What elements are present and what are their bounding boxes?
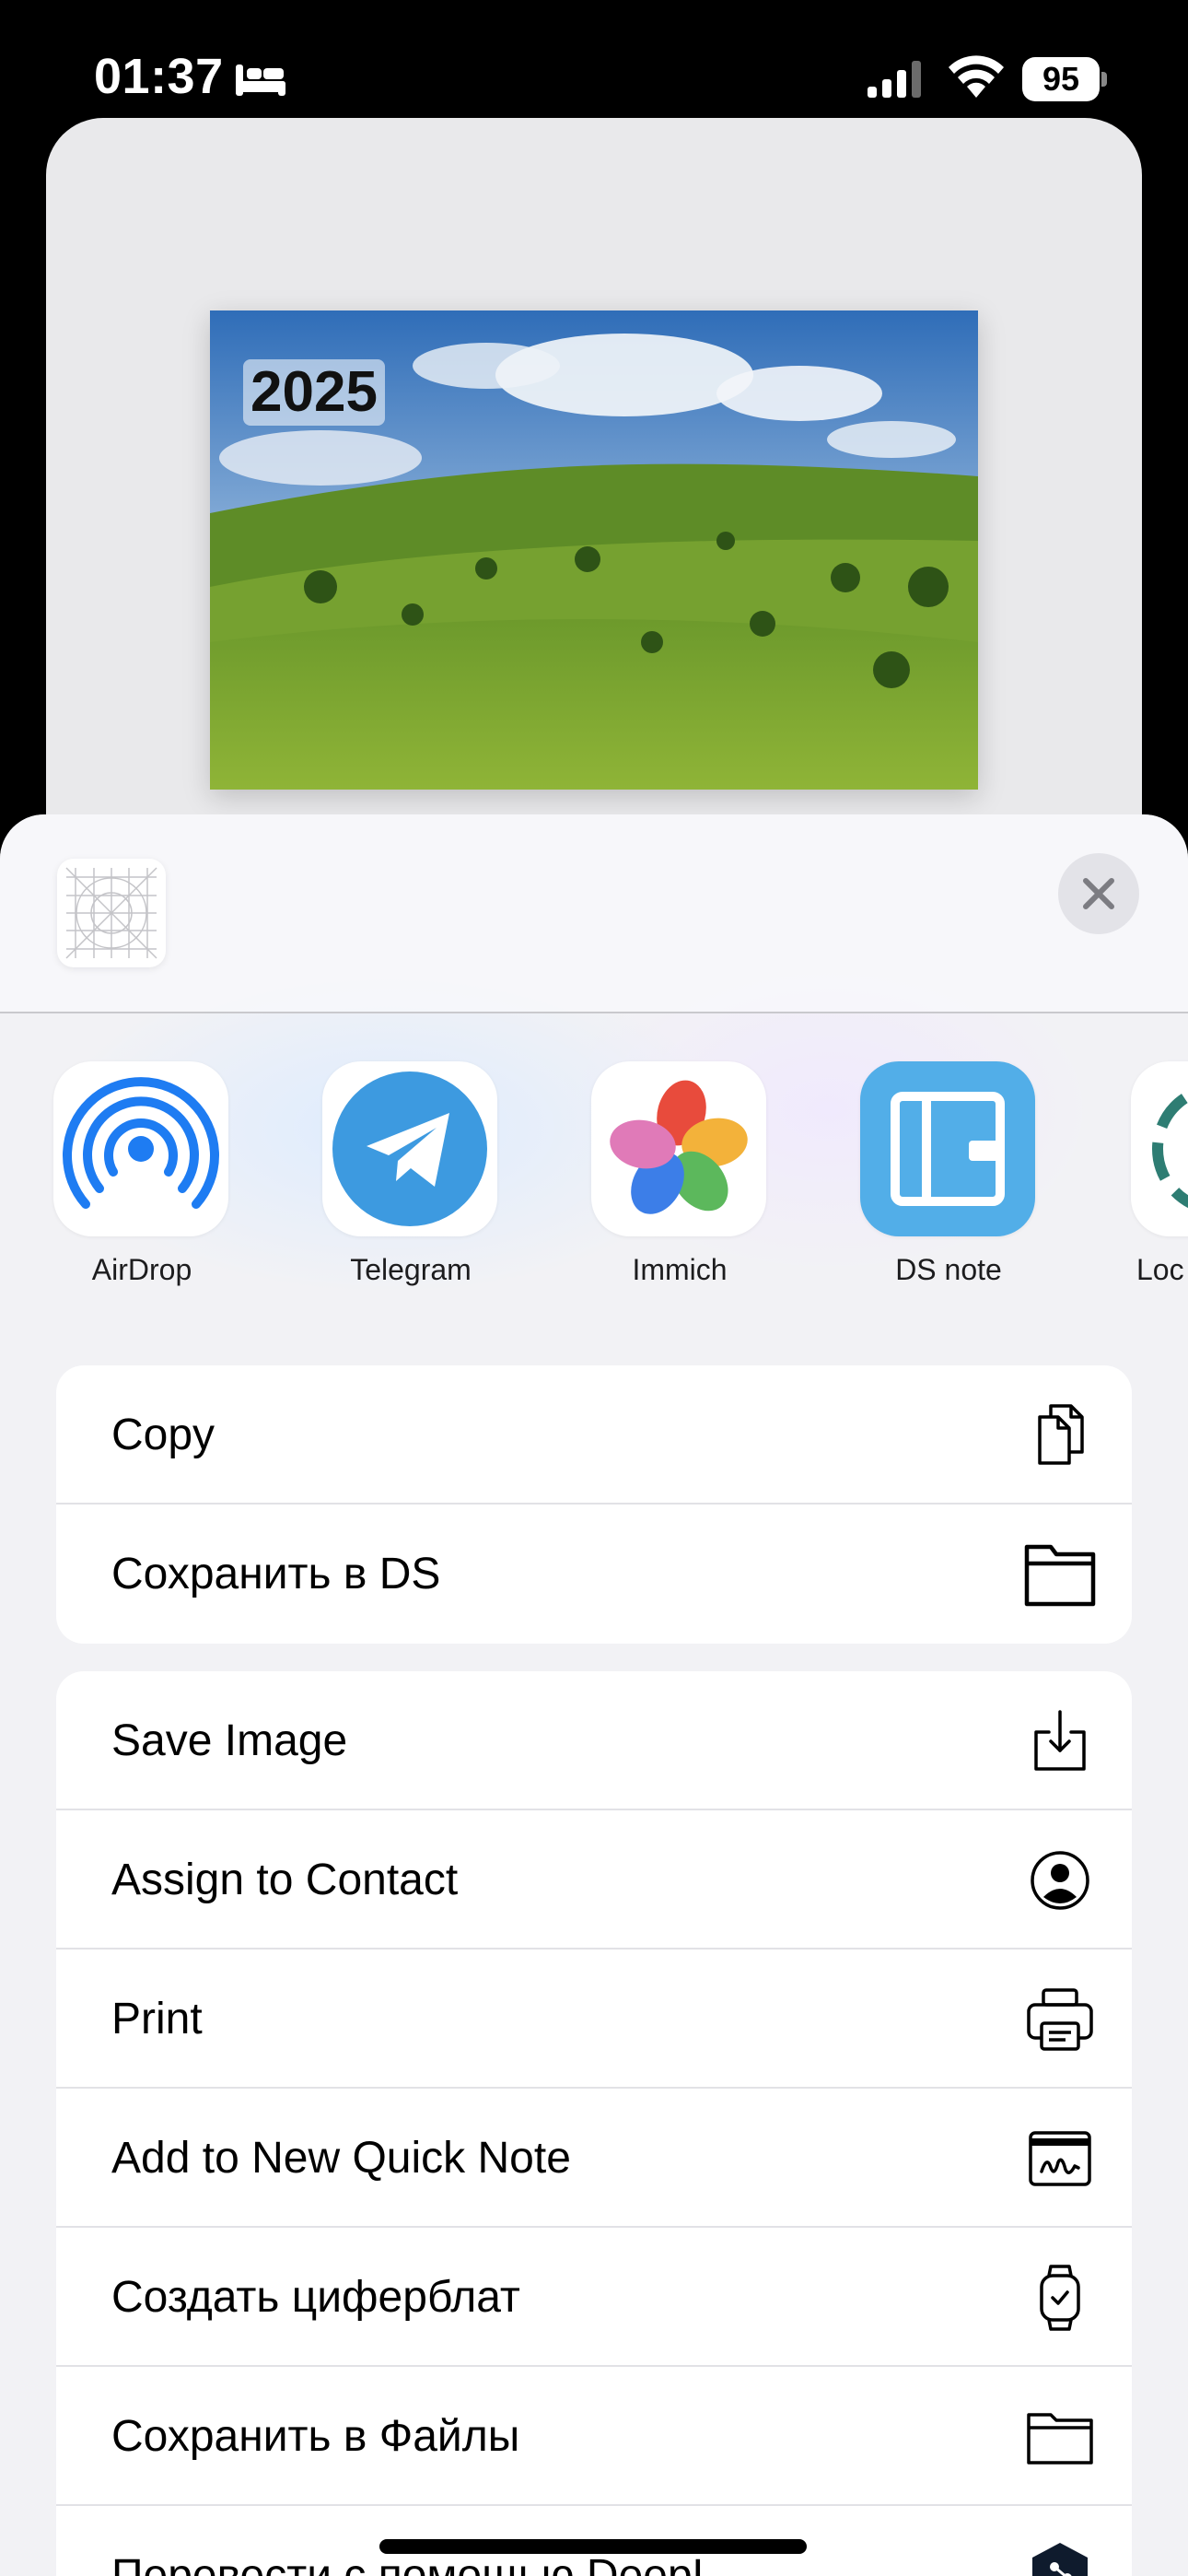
- action-group-2: Save Image Assign to Contact Print Add t…: [56, 1671, 1132, 2576]
- deepl-icon: [1023, 2539, 1097, 2576]
- wifi-icon: [949, 55, 1004, 100]
- save-image-icon: [1023, 1704, 1097, 1778]
- airdrop-icon: [53, 1061, 228, 1236]
- action-save-to-files[interactable]: Сохранить в Файлы: [56, 2367, 1132, 2506]
- action-create-watch-face[interactable]: Создать циферблат: [56, 2228, 1132, 2367]
- action-save-to-ds[interactable]: Сохранить в DS: [56, 1505, 1132, 1644]
- app-immich[interactable]: Immich: [588, 1061, 772, 1301]
- action-label: Copy: [111, 1411, 215, 1459]
- action-add-to-quick-note[interactable]: Add to New Quick Note: [56, 2089, 1132, 2228]
- action-label: Создать циферблат: [111, 2273, 520, 2322]
- close-button[interactable]: [1058, 853, 1139, 934]
- app-label: DS note: [895, 1253, 1002, 1286]
- battery-icon: 95: [1022, 57, 1107, 101]
- telegram-icon: [322, 1061, 497, 1236]
- ds-note-icon: [860, 1061, 1035, 1236]
- files-folder-icon: [1023, 2400, 1097, 2474]
- action-copy[interactable]: Copy: [56, 1365, 1132, 1505]
- status-time: 01:37: [94, 49, 224, 104]
- action-label: Save Image: [111, 1716, 348, 1765]
- immich-icon: [591, 1061, 766, 1236]
- location-app-icon: [1131, 1061, 1188, 1236]
- home-indicator[interactable]: [379, 2539, 807, 2554]
- action-print[interactable]: Print: [56, 1950, 1132, 2089]
- watch-icon: [1023, 2261, 1097, 2335]
- copy-icon: [1023, 1399, 1097, 1472]
- action-label: Сохранить в DS: [111, 1550, 441, 1598]
- app-label: Loc: [1136, 1253, 1184, 1286]
- quick-note-icon: [1023, 2122, 1097, 2195]
- action-assign-to-contact[interactable]: Assign to Contact: [56, 1810, 1132, 1950]
- cellular-signal-icon: [866, 59, 928, 100]
- share-apps-row: AirDrop Telegram Immich DS note Loc: [0, 1061, 1188, 1301]
- app-label: Telegram: [350, 1253, 472, 1286]
- app-airdrop[interactable]: AirDrop: [50, 1061, 234, 1301]
- share-sheet-header: [0, 814, 1188, 1013]
- battery-level: 95: [1022, 57, 1100, 101]
- action-label: Assign to Contact: [111, 1856, 459, 1904]
- bed-icon: [234, 61, 287, 98]
- contact-icon: [1023, 1844, 1097, 1917]
- action-label: Сохранить в Файлы: [111, 2412, 520, 2461]
- shared-item-thumbnail: [57, 859, 166, 967]
- app-telegram[interactable]: Telegram: [319, 1061, 503, 1301]
- app-ds-note[interactable]: DS note: [856, 1061, 1041, 1301]
- close-icon: [1083, 878, 1114, 909]
- action-label: Print: [111, 1995, 203, 2043]
- printer-icon: [1023, 1983, 1097, 2056]
- status-bar: 01:37 95: [0, 0, 1188, 120]
- year-overlay: 2025: [243, 359, 385, 426]
- share-sheet: AirDrop Telegram Immich DS note Loc Copy…: [0, 814, 1188, 2576]
- app-label: AirDrop: [91, 1253, 192, 1286]
- app-label: Immich: [632, 1253, 728, 1286]
- action-save-image[interactable]: Save Image: [56, 1671, 1132, 1810]
- folder-icon: [1023, 1538, 1097, 1611]
- action-label: Add to New Quick Note: [111, 2134, 571, 2183]
- app-loc[interactable]: Loc: [1127, 1061, 1188, 1301]
- action-group-1: Copy Сохранить в DS: [56, 1365, 1132, 1644]
